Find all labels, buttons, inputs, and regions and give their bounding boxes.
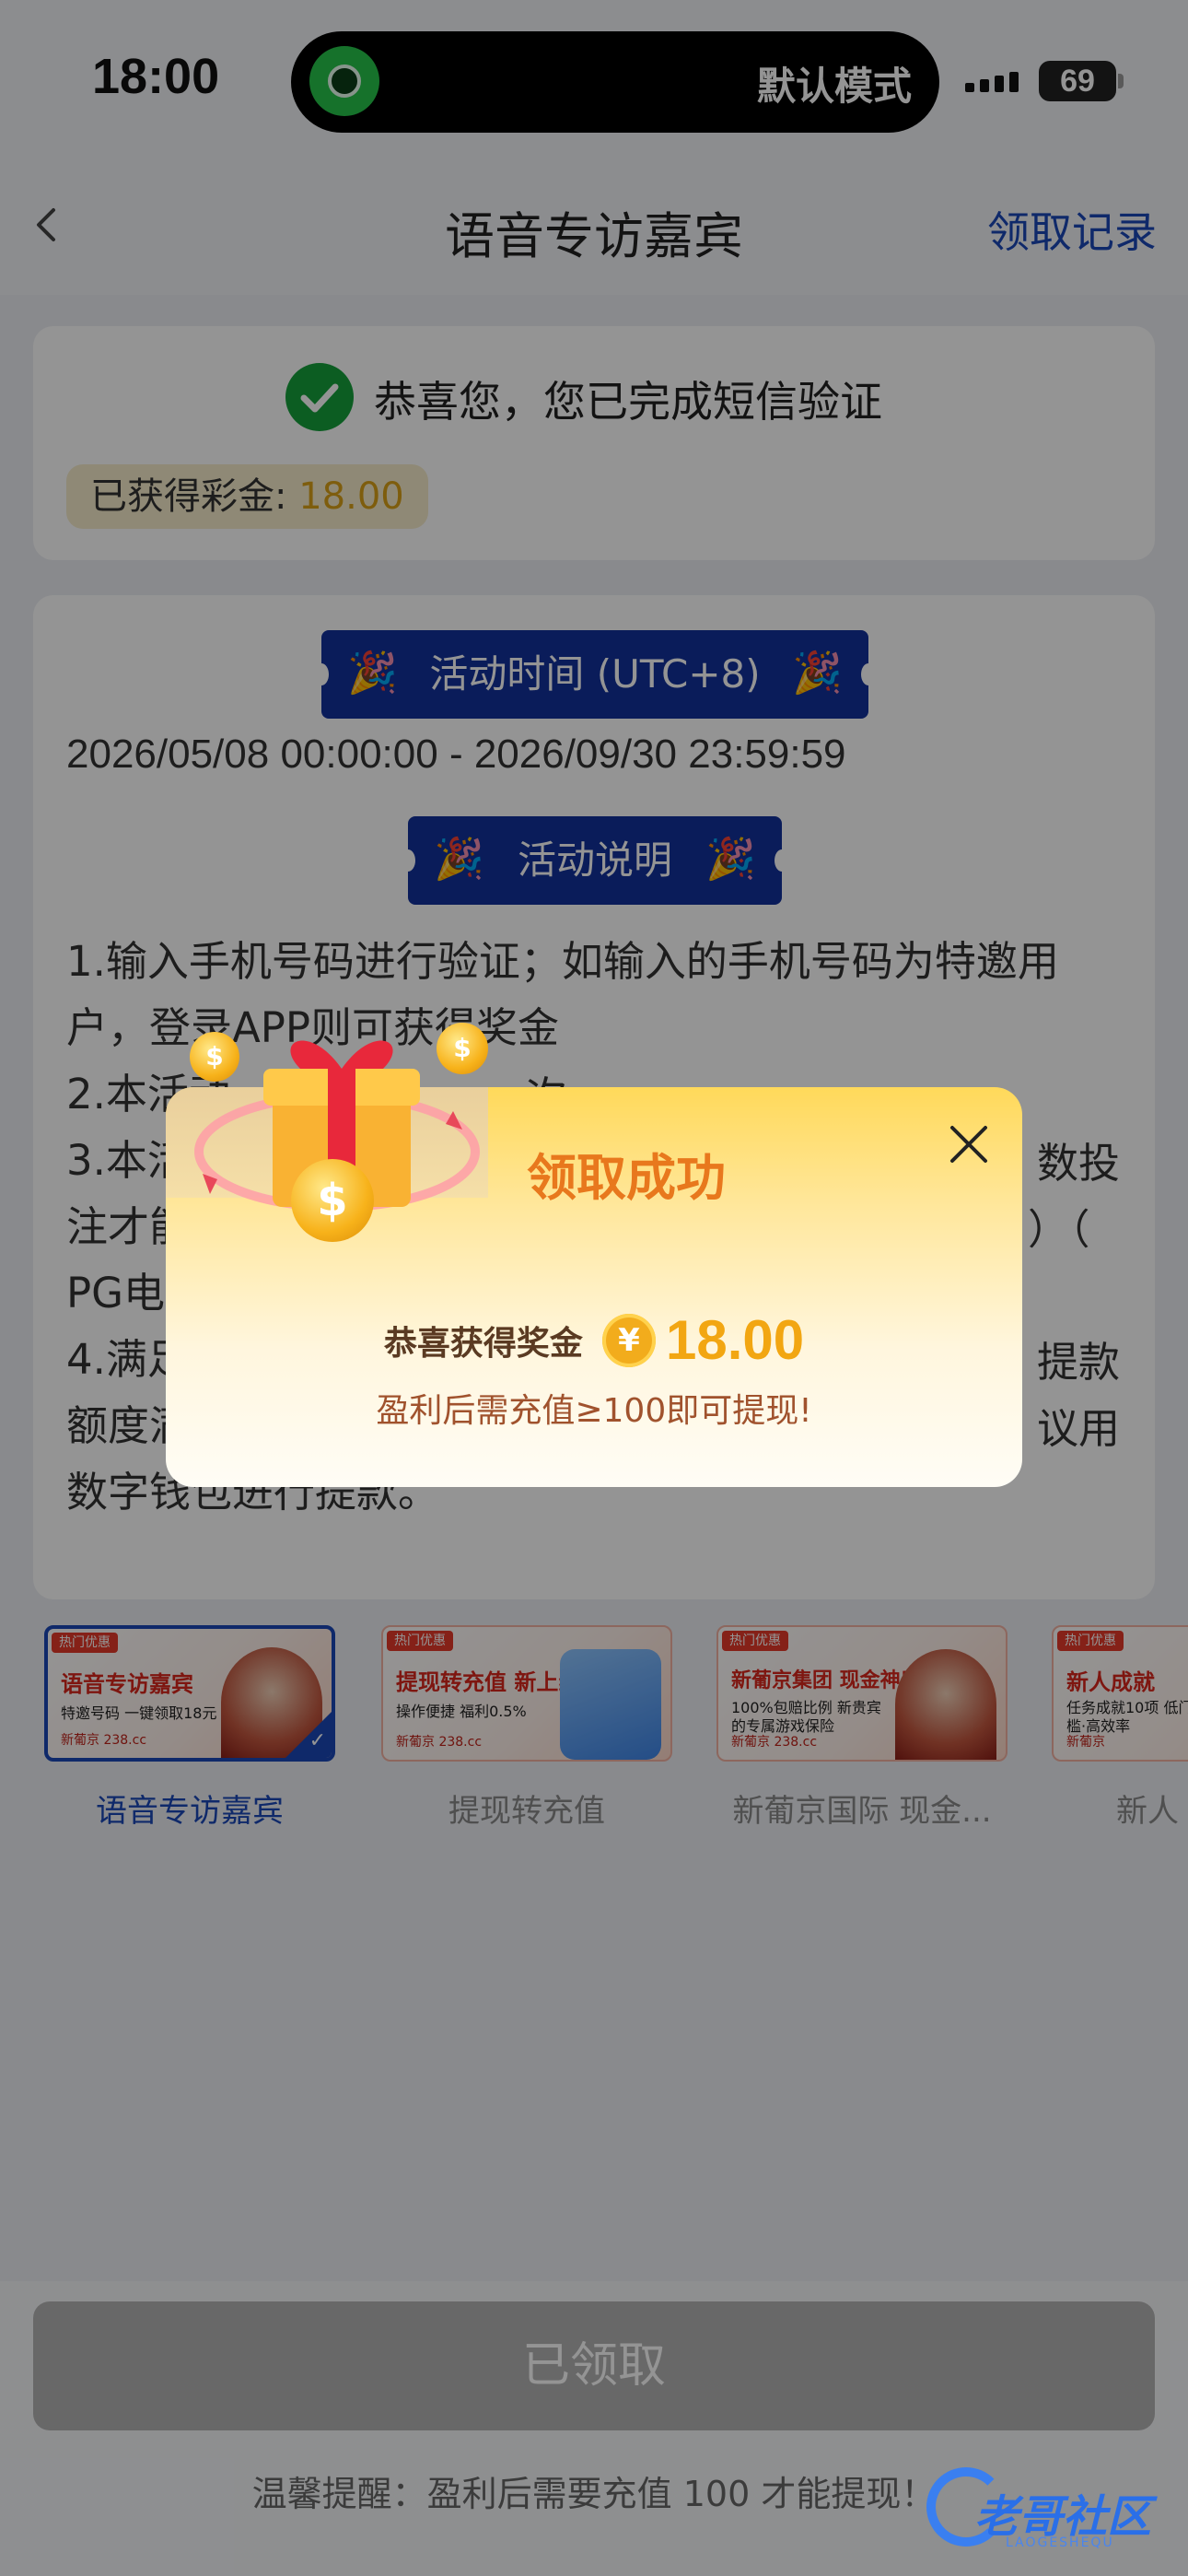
watermark-logo: 老哥社区 LAOGESHEQU — [921, 2460, 1179, 2561]
modal-amount-label: 恭喜获得奖金 — [383, 1324, 583, 1363]
watermark-subtext: LAOGESHEQU — [1006, 2535, 1114, 2550]
modal-note: 盈利后需充值≥100即可提现! — [376, 1392, 812, 1430]
yen-coin-icon: ¥ — [601, 1313, 656, 1367]
modal-amount-row: 恭喜获得奖金 ¥ 18.00 — [166, 1308, 1022, 1372]
close-icon[interactable] — [945, 1120, 993, 1168]
modal-amount: 18.00 — [666, 1309, 805, 1371]
modal-title: 领取成功 — [527, 1149, 726, 1207]
gift-coins-icon: $ $ $ — [181, 1004, 494, 1262]
